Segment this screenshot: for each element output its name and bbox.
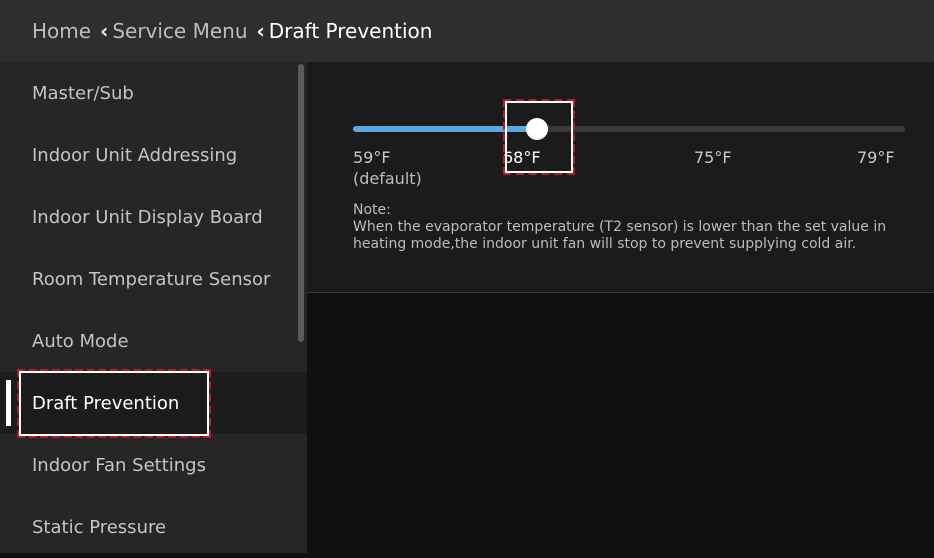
sidebar-item-static-pressure[interactable]: Static Pressure [0,496,307,558]
slider-option-75f[interactable]: 75°F [694,148,732,167]
sidebar-item-master-sub[interactable]: Master/Sub [0,62,307,124]
breadcrumb: Home ‹ Service Menu ‹ Draft Prevention [0,0,934,62]
note-block: Note: When the evaporator temperature (T… [353,202,933,253]
breadcrumb-current: Draft Prevention [268,19,433,43]
sidebar-item-indoor-unit-addressing[interactable]: Indoor Unit Addressing [0,124,307,186]
temperature-slider-track[interactable] [353,126,905,132]
sidebar-item-label: Indoor Unit Display Board [32,206,263,228]
slider-option-79f[interactable]: 79°F [857,148,895,167]
chevron-left-icon: ‹ [256,19,265,43]
sidebar-menu: Master/Sub Indoor Unit Addressing Indoor… [0,62,307,553]
sidebar-item-room-temperature-sensor[interactable]: Room Temperature Sensor [0,248,307,310]
sidebar-item-label: Auto Mode [32,330,129,352]
sidebar-item-auto-mode[interactable]: Auto Mode [0,310,307,372]
note-title: Note: [353,202,391,218]
sidebar-item-indoor-fan-settings[interactable]: Indoor Fan Settings [0,434,307,496]
annotation-highlight-box [17,369,211,438]
default-label: (default) [353,169,422,188]
breadcrumb-home[interactable]: Home [32,19,91,43]
sidebar-item-label: Static Pressure [32,516,167,538]
chevron-left-icon: ‹ [100,19,109,43]
annotation-highlight-box [503,99,575,175]
sidebar-item-label: Indoor Fan Settings [32,454,206,476]
sidebar-item-label: Room Temperature Sensor [32,268,271,290]
selection-indicator [6,380,11,426]
note-text: When the evaporator temperature (T2 sens… [353,219,887,252]
sidebar-scrollbar[interactable] [298,64,304,342]
sidebar-item-indoor-unit-display-board[interactable]: Indoor Unit Display Board [0,186,307,248]
breadcrumb-service-menu[interactable]: Service Menu [112,19,247,43]
slider-option-59f[interactable]: 59°F [353,148,391,167]
sidebar-item-label: Master/Sub [32,82,134,104]
draft-prevention-panel: 59°F 68°F 75°F 79°F (default) Note: When… [307,62,934,293]
sidebar-item-label: Indoor Unit Addressing [32,144,238,166]
